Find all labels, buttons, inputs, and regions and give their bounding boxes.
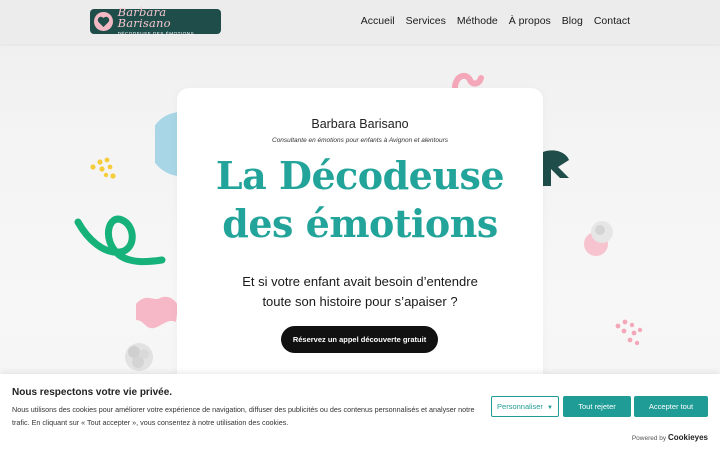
reject-all-button[interactable]: Tout rejeter [563, 396, 631, 417]
customize-label: Personnaliser [497, 402, 543, 411]
cookie-text: Nous utilisons des cookies pour améliore… [12, 405, 475, 427]
hero-question-line-1: Et si votre enfant avait besoin d’entend… [242, 274, 478, 289]
hero-title: La Décodeuse des émotions [177, 152, 543, 248]
cookie-banner: Nous respectons votre vie privée. Nous u… [0, 374, 720, 450]
site-logo[interactable]: Barbara Barisano DÉCODEUSE DES ÉMOTIONS [90, 4, 221, 36]
logo-heart-icon [94, 12, 113, 31]
pink-ribbon-shape [136, 296, 178, 329]
book-call-button[interactable]: Réservez un appel découverte gratuit [281, 326, 438, 353]
nav-methode[interactable]: Méthode [457, 15, 498, 27]
green-loop-shape [74, 215, 166, 266]
grey-flower-shape [125, 343, 153, 371]
main-nav: Accueil Services Méthode À propos Blog C… [361, 15, 630, 27]
cookie-title: Nous respectons votre vie privée. [12, 387, 173, 398]
pink-grey-blob-shape [584, 221, 613, 256]
powered-by-label: Powered by [631, 435, 667, 442]
cookie-powered-by[interactable]: Powered by Cookieyes [632, 433, 708, 442]
cookieyes-logo: Cookieyes [667, 433, 708, 442]
nav-services[interactable]: Services [406, 15, 446, 27]
hero-tagline: Consultante en émotions pour enfants à A… [272, 137, 448, 144]
hero-name: Barbara Barisano [311, 117, 409, 131]
nav-contact[interactable]: Contact [594, 15, 630, 27]
hero-title-line-2: des émotions [222, 201, 498, 246]
nav-a-propos[interactable]: À propos [509, 15, 551, 27]
hero-card: Barbara Barisano Consultante en émotions… [177, 88, 543, 388]
hero-title-line-1: La Décodeuse [215, 153, 505, 198]
accept-all-button[interactable]: Accepter tout [634, 396, 708, 417]
hero-question: Et si votre enfant avait besoin d’entend… [177, 272, 543, 312]
logo-subtitle: DÉCODEUSE DES ÉMOTIONS [117, 30, 195, 36]
logo-name: Barbara Barisano [117, 4, 171, 31]
dark-green-letter-shape [543, 150, 569, 186]
nav-accueil[interactable]: Accueil [361, 15, 395, 27]
chevron-down-icon: ▼ [547, 405, 553, 411]
hero-question-line-2: toute son histoire pour s’apaiser ? [262, 294, 458, 309]
yellow-dots-shape [90, 157, 116, 179]
nav-blog[interactable]: Blog [562, 15, 583, 27]
site-header: Barbara Barisano DÉCODEUSE DES ÉMOTIONS … [0, 0, 720, 44]
customize-button[interactable]: Personnaliser ▼ [491, 396, 559, 417]
pink-dots-shape [615, 319, 643, 346]
